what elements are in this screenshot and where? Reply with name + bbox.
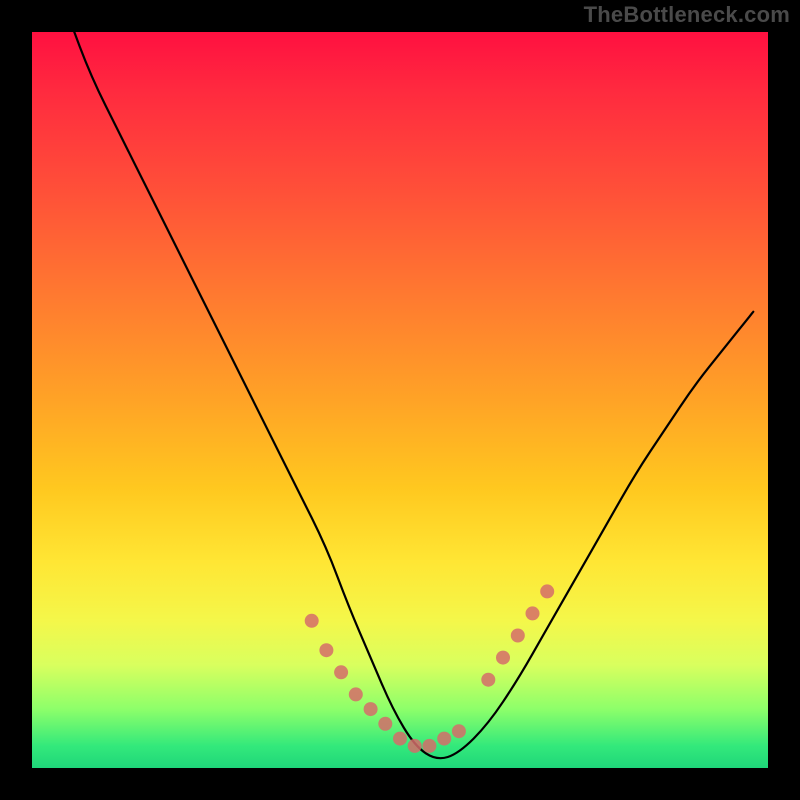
chart-frame: TheBottleneck.com <box>0 0 800 800</box>
curve-marker <box>437 732 451 746</box>
curve-marker <box>364 702 378 716</box>
curve-marker <box>511 629 525 643</box>
curve-marker <box>393 732 407 746</box>
curve-marker <box>408 739 422 753</box>
curve-marker <box>540 584 554 598</box>
curve-marker <box>349 687 363 701</box>
curve-marker <box>422 739 436 753</box>
plot-area <box>32 32 768 768</box>
curve-marker <box>452 724 466 738</box>
plot-svg <box>32 32 768 768</box>
curve-marker <box>305 614 319 628</box>
marker-cluster-left <box>305 614 393 731</box>
curve-marker <box>319 643 333 657</box>
curve-marker <box>526 606 540 620</box>
watermark-text: TheBottleneck.com <box>584 2 790 28</box>
bottleneck-curve-path <box>69 32 754 758</box>
curve-marker <box>496 651 510 665</box>
curve-marker <box>334 665 348 679</box>
curve-marker <box>378 717 392 731</box>
curve-marker <box>481 673 495 687</box>
